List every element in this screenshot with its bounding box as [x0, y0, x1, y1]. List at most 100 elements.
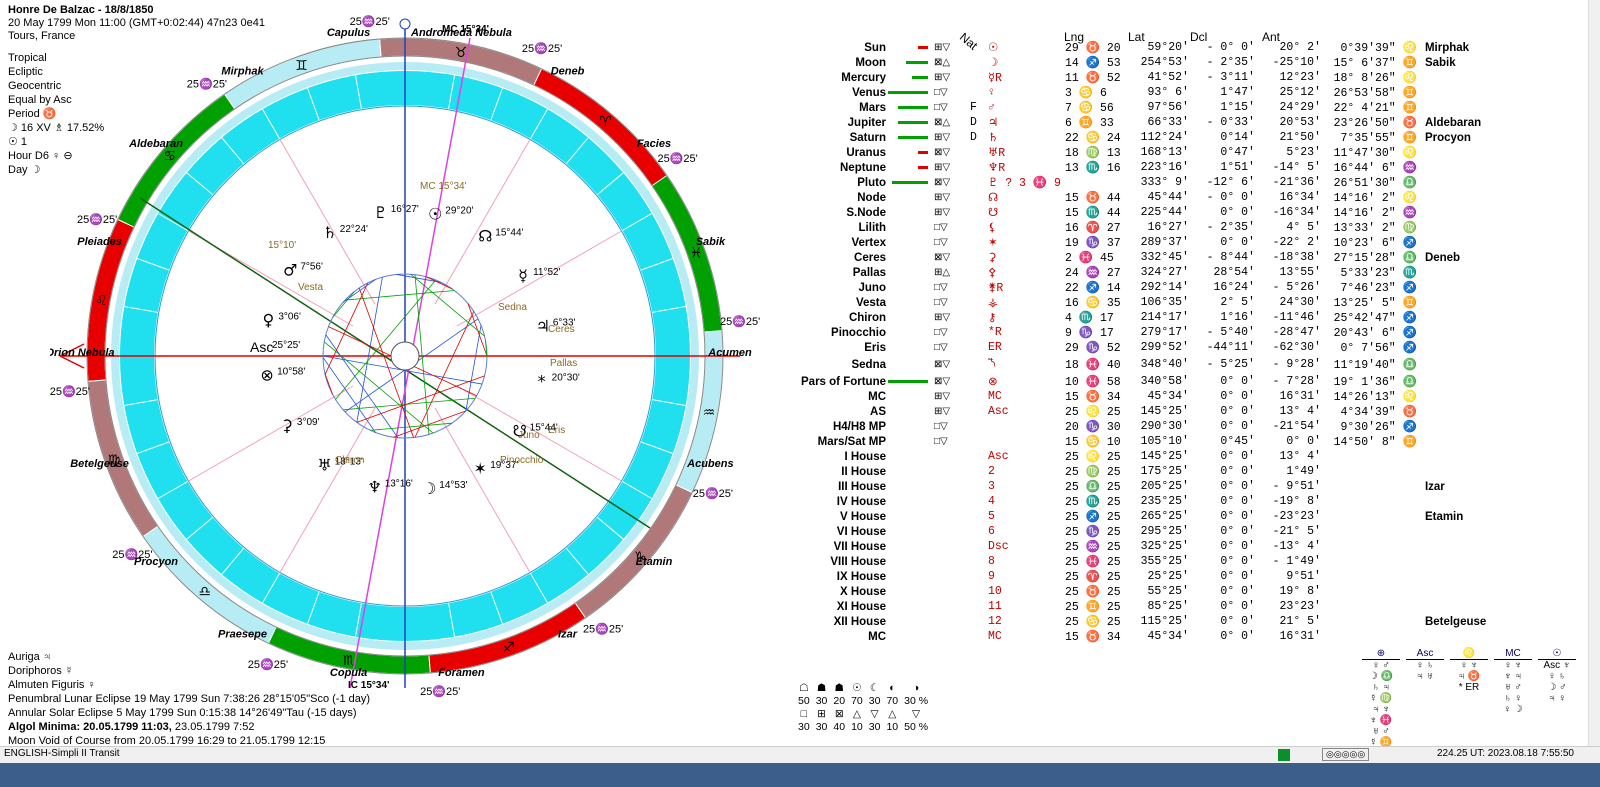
row-aspect-icons: □▽ [934, 222, 948, 234]
fixed-star-label: Orion Nebula [50, 347, 115, 359]
table-row[interactable]: Juno □▽ ⚵R 22 ♐ 14 292°14' 16°24' - 5°26' 7°46'… [764, 280, 1488, 295]
table-row[interactable]: Ceres ⊠▽ ⚳ 2 ♓ 45 332°45' - 8°44' -18°38' 27°15… [764, 250, 1488, 265]
body-label: 15°10' [268, 240, 296, 251]
mode-cell: ▽ [870, 708, 879, 720]
table-row[interactable]: Pluto ⊠▽ ♇ ? 3 ♓ 9 333° 9' -12° 6' -21°36' 26°… [764, 175, 1488, 190]
fixed-star-label: Facies [637, 138, 671, 150]
table-row[interactable]: Mars/Sat MP □▽ 15 ♋ 10 105°10' 0°45' 0° 0' 14°… [764, 434, 1488, 449]
row-ant: 5°33'23" ♏ [1340, 267, 1417, 280]
table-row[interactable]: III House 3 25 ♎ 25 205°25' 0° 0' - 9°51' Izar [764, 479, 1488, 494]
table-row[interactable]: Uranus ⊠▽ ♅R 18 ♍ 13 168°13' 0°47' 5°23' 11°47'… [764, 145, 1488, 160]
row-lng-sign: 7 ♋ 56 [1064, 102, 1114, 115]
planet-degree: 15°44' [495, 227, 523, 238]
row-aspect-icons: ⊞▽ [934, 42, 951, 54]
table-row[interactable]: Lilith □▽ ⚸ 16 ♈ 27 16°27' - 2°35' 4° 5' 13°33'… [764, 220, 1488, 235]
row-lng-sign: 13 ♏ 16 [1064, 162, 1121, 175]
row-name: Mars/Sat MP [817, 435, 886, 448]
table-row[interactable]: Vertex □▽ ✶ 19 ♑ 37 289°37' 0° 0' -22° 2' 10°23… [764, 235, 1488, 250]
planet-symbol: ♄ [323, 223, 337, 242]
table-row[interactable]: H4/H8 MP □▽ 20 ♑ 30 290°30' 0° 0' -21°54' 9°30… [764, 419, 1488, 434]
vertical-scrollbar[interactable] [1588, 0, 1600, 746]
table-row[interactable]: V House 5 25 ♐ 25 265°25' 0° 0' -23°23' Etamin [764, 509, 1488, 524]
mode-cell: ☉ [852, 682, 862, 694]
table-row[interactable]: X House 10 25 ♉ 25 55°25' 0° 0' 19° 8' [764, 584, 1488, 599]
row-lng: 289°37' [1140, 236, 1189, 249]
row-lng-sign: 16 ♋ 35 [1064, 297, 1121, 310]
row-ant: 16°44' 6" ♒ [1333, 162, 1417, 175]
table-row[interactable]: MC MC 15 ♉ 34 45°34' 0° 0' 16°31' [764, 629, 1488, 644]
row-lng: 115°25' [1140, 615, 1189, 628]
status-toolbar-icons[interactable]: ◎◎◎◎◎ [1322, 748, 1370, 761]
row-lng: 145°25' [1140, 405, 1189, 418]
table-row[interactable]: Venus □▽ ♀ 3 ♋ 6 93° 6' 1°47' 25°12' 26°53'58" … [764, 85, 1488, 100]
table-row[interactable]: Pars of Fortune ⊠▽ ⊗ 10 ♓ 58 340°58' 0° 0' - 7… [764, 374, 1488, 389]
ruler-head: Asc [1406, 648, 1444, 660]
status-left: ENGLISH-Simpli II Transit [4, 748, 120, 759]
table-row[interactable]: IX House 9 25 ♈ 25 25°25' 0° 0' 9°51' [764, 569, 1488, 584]
row-lng: 45°34' [1147, 630, 1189, 643]
table-row[interactable]: Neptune ⊞▽ ♆R 13 ♏ 16 223°16' 1°51' -14° 5' 16°… [764, 160, 1488, 175]
planet-degree: 29°20' [445, 205, 473, 216]
table-row[interactable]: XII House 12 25 ♋ 25 115°25' 0° 0' 21° 5' Bete… [764, 614, 1488, 629]
strength-bar [892, 181, 928, 184]
row-star [1419, 389, 1488, 404]
table-row[interactable]: AS ⊞▽ Asc 25 ♌ 25 145°25' 0° 0' 13° 4' 4°34'39"… [764, 404, 1488, 419]
planet-degree: 10°58' [277, 366, 305, 377]
row-glyph: 6 [988, 525, 995, 538]
row-lat: 0° 0' [1220, 375, 1255, 388]
mode-cell: ☖ [799, 682, 809, 694]
zodiac-glyph: ♋ [163, 149, 176, 165]
row-star [1419, 599, 1488, 614]
row-name: Pinocchio [831, 326, 886, 339]
row-bar [888, 70, 932, 85]
row-glyph: ⚸ [988, 222, 997, 235]
row-ant: 20°43' 6" ♐ [1333, 327, 1417, 340]
table-row[interactable]: VII House Dsc 25 ♒ 25 325°25' 0° 0' -13° 4' [764, 539, 1488, 554]
table-row[interactable]: Pinocchio □▽ *R 9 ♑ 17 279°17' - 5°40' -28°47'… [764, 325, 1488, 340]
table-row[interactable]: VIII House 8 25 ♓ 25 355°25' 0° 0' - 1°49' [764, 554, 1488, 569]
row-name: IX House [836, 570, 886, 583]
row-lng-sign: 29 ♉ 20 [1064, 42, 1121, 55]
table-row[interactable]: I House Asc 25 ♌ 25 145°25' 0° 0' 13° 4' [764, 449, 1488, 464]
table-row[interactable]: Jupiter ⊠△ D ♃ 6 ♊ 33 66°33' - 0°33' 20°53' 23°2… [764, 115, 1488, 130]
row-lat: 16°24' [1213, 281, 1255, 294]
table-row[interactable]: Mars □▽ F ♂ 7 ♋ 56 97°56' 1°15' 24°29' 22° 4'21"… [764, 100, 1488, 115]
table-row[interactable]: Eris □▽ ER 29 ♑ 52 299°52' -44°11' -62°30' 0° 7… [764, 340, 1488, 355]
table-row[interactable]: IV House 4 25 ♏ 25 235°25' 0° 0' -19° 8' [764, 494, 1488, 509]
row-bar [888, 374, 932, 389]
table-row[interactable]: Saturn ⊞▽ D ♄ 22 ♋ 24 112°24' 0°14' 21°50' 7°35'… [764, 130, 1488, 145]
row-glyph: 3 [988, 480, 995, 493]
row-name: Moon [855, 56, 886, 69]
table-row[interactable]: Moon ⊠△ ☽ 14 ♐ 53 254°53' - 2°35' -25°10' 15° 6… [764, 55, 1488, 70]
table-row[interactable]: Vesta □▽ ⚶ 16 ♋ 35 106°35' 2° 5' 24°30' 13°25' … [764, 295, 1488, 310]
table-row[interactable]: S.Node ⊞▽ ☋ 15 ♏ 44 225°44' 0° 0' -16°34' 14°16… [764, 205, 1488, 220]
planet-symbol: ♅ [318, 456, 332, 475]
row-lat: - 0° 0' [1206, 41, 1255, 54]
row-aspect-icons [932, 524, 968, 539]
table-row[interactable]: Pallas ⊞△ ⚴ 24 ♒ 27 324°27' 28°54' 13°55' 5°33'… [764, 265, 1488, 280]
cusp-degree-label: 25♒25' [693, 487, 733, 500]
row-lng-sign: 25 ♎ 25 [1064, 481, 1121, 494]
info-line: Auriga ♃ [8, 650, 370, 664]
table-row[interactable]: Node ⊞▽ ☊ 15 ♉ 44 45°44' - 0° 0' 16°34' 14°16' … [764, 190, 1488, 205]
table-row[interactable]: XI House 11 25 ♊ 25 85°25' 0° 0' 23°23' [764, 599, 1488, 614]
row-ant: 10°23' 6" ♐ [1333, 237, 1417, 250]
astro-wheel[interactable]: ♈♉♊♋♌♍♎♏♐♑♒♓25♒25'25♒25'25♒25'25♒25'25♒2… [50, 8, 760, 708]
mode-cell: ◐ [889, 682, 896, 694]
ruler-item: ♀ ♆ [1460, 660, 1478, 671]
table-row[interactable]: II House 2 25 ♍ 25 175°25' 0° 0' 1°49' [764, 464, 1488, 479]
table-row[interactable]: Chiron ⊞▽ ⚷ 4 ♏ 17 214°17' 1°16' -11°46' 25°42'… [764, 310, 1488, 325]
table-row[interactable]: VI House 6 25 ♑ 25 295°25' 0° 0' -21° 5' [764, 524, 1488, 539]
row-lat: 0° 0' [1220, 600, 1255, 613]
row-flag [968, 250, 986, 265]
table-row[interactable]: Mercury ⊞▽ ☿R 11 ♉ 52 41°52' - 3°11' 12°23' 18°… [764, 70, 1488, 85]
row-bar [888, 40, 932, 55]
row-flag [968, 554, 986, 569]
row-lng-sign: 15 ♋ 10 [1064, 436, 1121, 449]
fixed-star-label: Pleiades [77, 236, 122, 248]
table-row[interactable]: MC ⊞▽ MC 15 ♉ 34 45°34' 0° 0' 16°31' 14°26'13" … [764, 389, 1488, 404]
row-ant: 0° 7'56" ♐ [1340, 342, 1417, 355]
table-row[interactable]: Sedna ⊠▽ ⯲ 18 ♓ 40 348°40' - 5°25' - 9°28' 11°1… [764, 355, 1488, 374]
row-flag [968, 280, 986, 295]
table-row[interactable]: Sun ⊞▽ ☉ 29 ♉ 20 59°20' - 0° 0' 20° 2' 0°39'39"… [764, 40, 1488, 55]
